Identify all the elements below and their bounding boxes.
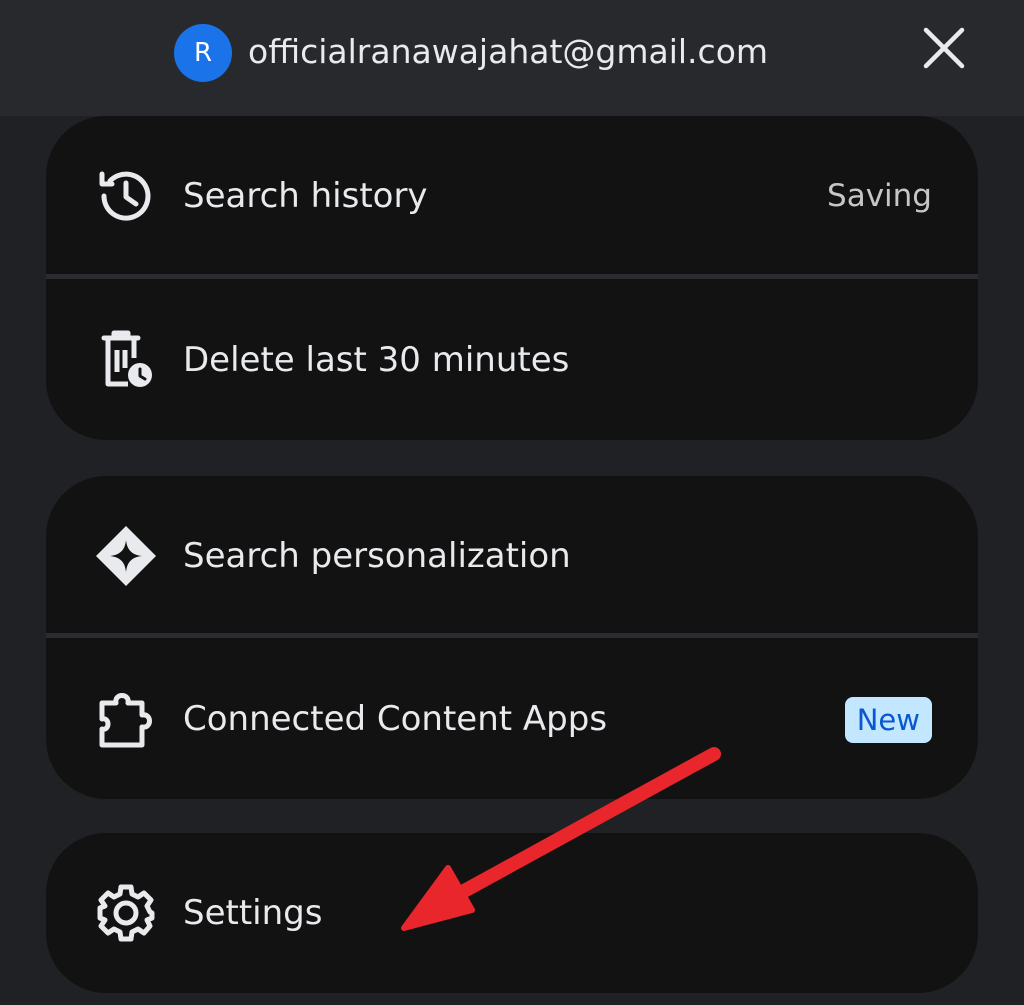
settings-label: Settings bbox=[183, 893, 323, 933]
sparkle-icon bbox=[94, 524, 158, 588]
close-icon[interactable] bbox=[918, 22, 970, 74]
delete-clock-icon bbox=[94, 328, 158, 392]
search-personalization-label: Search personalization bbox=[183, 536, 571, 576]
new-badge: New bbox=[844, 697, 932, 743]
settings-card: Settings bbox=[46, 833, 978, 993]
search-history-label: Search history bbox=[183, 176, 428, 216]
avatar-letter: R bbox=[193, 38, 213, 68]
delete-last-30-minutes-label: Delete last 30 minutes bbox=[183, 340, 570, 380]
settings-item[interactable]: Settings bbox=[46, 833, 978, 993]
search-personalization-item[interactable]: Search personalization bbox=[46, 476, 978, 636]
avatar[interactable]: R bbox=[174, 24, 232, 82]
delete-last-30-minutes-item[interactable]: Delete last 30 minutes bbox=[46, 280, 978, 440]
personalization-card: Search personalization Connected Content… bbox=[46, 476, 978, 799]
history-card: Search history Saving Delete last 30 min… bbox=[46, 116, 978, 440]
connected-content-apps-item[interactable]: Connected Content Apps New bbox=[46, 639, 978, 799]
gear-icon bbox=[94, 881, 158, 945]
connected-content-apps-label: Connected Content Apps bbox=[183, 699, 608, 739]
puzzle-icon bbox=[94, 687, 158, 751]
history-icon bbox=[94, 164, 158, 228]
divider bbox=[46, 633, 978, 638]
search-history-item[interactable]: Search history Saving bbox=[46, 116, 978, 276]
divider bbox=[46, 274, 978, 279]
account-email[interactable]: officialranawajahat@gmail.com bbox=[248, 30, 768, 74]
search-history-status: Saving bbox=[827, 178, 932, 214]
account-header: R officialranawajahat@gmail.com bbox=[0, 0, 1024, 116]
